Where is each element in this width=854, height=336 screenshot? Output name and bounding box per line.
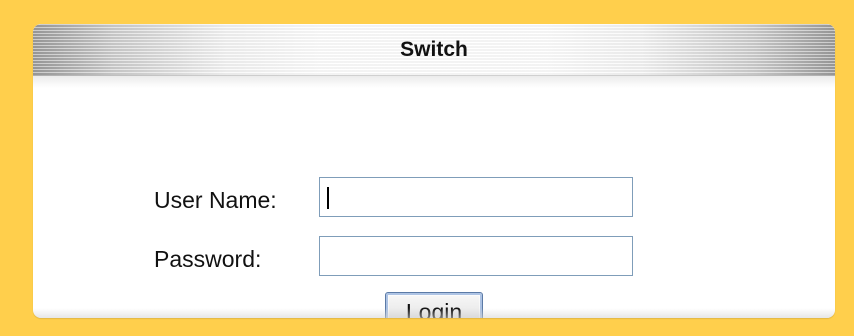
password-label: Password: xyxy=(154,246,262,272)
password-field[interactable] xyxy=(319,236,633,276)
login-panel: Switch User Name: Password: Login xyxy=(33,24,835,318)
title-bar: Switch xyxy=(33,24,835,76)
text-caret xyxy=(327,187,329,209)
username-label: User Name: xyxy=(154,187,277,213)
page-background: Switch User Name: Password: Login xyxy=(0,0,854,336)
username-field[interactable] xyxy=(319,177,633,217)
page-title: Switch xyxy=(400,38,468,61)
login-form: User Name: Password: Login xyxy=(33,76,835,318)
panel-bottom-shadow xyxy=(33,308,835,318)
